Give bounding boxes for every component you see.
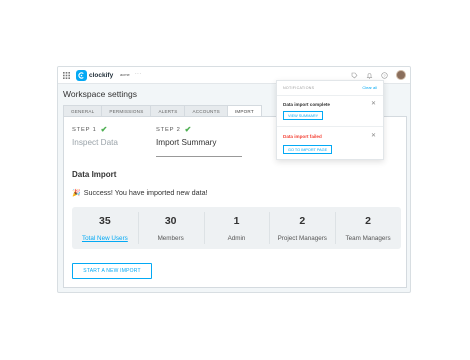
stat-value: 2 bbox=[365, 215, 371, 227]
stat-value: 1 bbox=[233, 215, 240, 227]
check-icon: ✔ bbox=[184, 125, 193, 134]
notifications-panel: NOTIFICATIONS Clear all Data import comp… bbox=[276, 80, 384, 160]
stat-admin: 1 Admin bbox=[203, 207, 270, 249]
total-new-users-link[interactable]: Total New Users bbox=[72, 235, 138, 242]
page-title: Workspace settings bbox=[63, 89, 138, 99]
clear-all-link[interactable]: Clear all bbox=[362, 85, 377, 90]
stat-value: 30 bbox=[164, 215, 177, 227]
stat-project-managers: 2 Project Managers bbox=[269, 207, 335, 249]
stat-label: Team Managers bbox=[345, 235, 391, 242]
success-message: 🎉 Success! You have imported new data! bbox=[72, 188, 208, 197]
success-text: Success! You have imported new data! bbox=[83, 188, 208, 197]
stat-value: 35 bbox=[99, 215, 111, 227]
check-icon: ✔ bbox=[100, 125, 109, 134]
clockify-logo[interactable]: clockify bbox=[76, 70, 113, 81]
notifications-header: NOTIFICATIONS bbox=[283, 86, 315, 90]
workspace-selector[interactable]: acme bbox=[120, 72, 130, 77]
stat-value: 2 bbox=[299, 215, 306, 227]
step-2-title: Import Summary bbox=[156, 138, 217, 147]
stat-label: Members bbox=[157, 235, 184, 242]
import-stats: 35 Total New Users 30 Members 1 Admin 2 … bbox=[72, 207, 401, 249]
app-name: clockify bbox=[89, 72, 114, 79]
help-icon[interactable]: ? bbox=[381, 71, 388, 79]
step-1-header: STEP 1 ✔ bbox=[72, 125, 118, 134]
notifications-divider bbox=[277, 95, 383, 96]
svg-text:?: ? bbox=[383, 73, 386, 78]
section-title: Data Import bbox=[72, 170, 117, 179]
step-1-label: STEP 1 bbox=[72, 126, 97, 133]
step-2-label: STEP 2 bbox=[156, 126, 181, 133]
step-2-header: STEP 2 ✔ bbox=[156, 125, 217, 134]
notifications-divider bbox=[277, 126, 383, 127]
step-import-summary[interactable]: STEP 2 ✔ Import Summary bbox=[156, 125, 217, 147]
stat-members: 30 Members bbox=[137, 207, 204, 249]
close-icon[interactable]: ✕ bbox=[371, 100, 376, 107]
stat-label: Admin bbox=[227, 235, 246, 242]
notification-title: Data import failed bbox=[283, 134, 322, 139]
step-inspect-data[interactable]: STEP 1 ✔ Inspect Data bbox=[72, 125, 118, 147]
go-to-import-page-button[interactable]: GO TO IMPORT PAGE bbox=[283, 145, 333, 154]
step-1-title: Inspect Data bbox=[72, 138, 118, 147]
view-summary-button[interactable]: VIEW SUMMARY bbox=[283, 111, 324, 120]
user-avatar[interactable] bbox=[396, 70, 406, 80]
start-new-import-button[interactable]: START A NEW IMPORT bbox=[72, 263, 152, 279]
stat-team-managers: 2 Team Managers bbox=[335, 207, 401, 249]
tag-icon[interactable] bbox=[351, 72, 358, 79]
close-icon[interactable]: ✕ bbox=[371, 132, 376, 139]
clockify-logo-icon bbox=[76, 70, 87, 81]
apps-grid-icon[interactable] bbox=[63, 72, 70, 79]
stat-label: Project Managers bbox=[277, 235, 327, 242]
notification-title: Data import complete bbox=[283, 102, 330, 107]
more-icon[interactable]: ··· bbox=[135, 71, 142, 77]
party-popper-icon: 🎉 bbox=[72, 189, 81, 197]
bell-icon[interactable] bbox=[366, 72, 373, 79]
topbar-actions: ? bbox=[351, 70, 406, 80]
stat-total-new-users: 35 Total New Users bbox=[72, 207, 138, 249]
active-step-indicator bbox=[156, 156, 242, 157]
